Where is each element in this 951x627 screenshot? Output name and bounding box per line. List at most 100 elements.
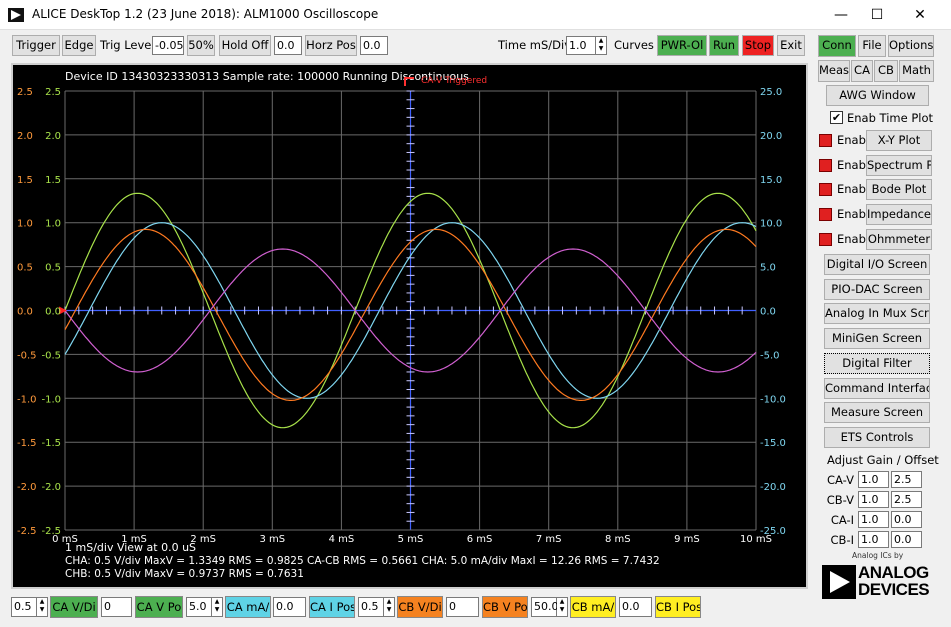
curves-label[interactable]: Curves [614, 35, 654, 56]
time-tick-label: 4 mS [329, 534, 355, 545]
current-tick-label: 15.0 [760, 175, 782, 186]
pio-dac-screen-button[interactable]: PIO-DAC Screen [824, 279, 930, 300]
exit-button[interactable]: Exit [777, 35, 805, 56]
oscilloscope-display[interactable]: 2.5 2.0 1.5 1.0 0.5 0.0 -0.5 -1.0 -1.5 -2.0 -2.5 2.… [11, 63, 808, 589]
current-tick-label: -10.0 [760, 394, 786, 405]
stop-button[interactable]: Stop [742, 35, 774, 56]
hold-off-input[interactable]: 0.0 [274, 36, 302, 55]
minigen-screen-button[interactable]: MiniGen Screen [824, 328, 930, 349]
ca-v-tick-label: -0.5 [41, 350, 61, 361]
close-window-button[interactable]: ✕ [905, 4, 935, 26]
cb-v-tick-label: 2.5 [17, 87, 33, 98]
digital-filter-button[interactable]: Digital Filter [824, 353, 930, 374]
hold-off-button[interactable]: Hold Off [219, 35, 271, 56]
enab-time-plot-checkbox[interactable]: ✔ [830, 111, 843, 124]
spectrum-plot-button[interactable]: Spectrum Plot [866, 155, 932, 176]
tab-cb[interactable]: CB [874, 60, 898, 82]
gain-input-cb-i[interactable]: 1.0 [858, 531, 889, 548]
enab-impedance-label: Enab [837, 207, 866, 221]
fifty-percent-button[interactable]: 50% [187, 35, 215, 56]
run-button[interactable]: Run [709, 35, 739, 56]
ets-controls-button[interactable]: ETS Controls [824, 427, 930, 448]
grid [64, 90, 757, 531]
ca-vpos-button[interactable]: CA V Po [135, 596, 183, 618]
digital-io-screen-button[interactable]: Digital I/O Screen [824, 254, 930, 275]
tab-math[interactable]: Math [899, 60, 934, 82]
enab-xy-checkbox[interactable] [819, 134, 832, 147]
edge-button[interactable]: Edge [62, 35, 96, 56]
cb-v-tick-label: -2.0 [17, 482, 37, 493]
adj-label-ca-v: CA-V [827, 473, 854, 487]
horz-pos-button[interactable]: Horz Pos [305, 35, 357, 56]
bode-plot-button[interactable]: Bode Plot [866, 179, 932, 200]
tab-conn[interactable]: Conn [818, 35, 856, 57]
cb-vpos-input[interactable]: 0 [446, 597, 479, 617]
ca-vpos-input[interactable]: 0 [101, 597, 132, 617]
ohmmeter-button[interactable]: Ohmmeter [866, 229, 932, 250]
offset-input-ca-i[interactable]: 0.0 [891, 511, 922, 528]
horz-pos-input[interactable]: 0.0 [360, 36, 388, 55]
current-tick-label: 25.0 [760, 87, 782, 98]
command-interface-button[interactable]: Command Interface [824, 378, 930, 399]
impedance-button[interactable]: Impedance [866, 204, 932, 225]
time-div-label: Time mS/Div [498, 38, 572, 52]
ca-vdiv-spinner-icon[interactable]: ▲ ▼ [37, 597, 48, 617]
enab-impedance-checkbox[interactable] [819, 208, 832, 221]
cb-ma-div-input[interactable]: 50.0 [531, 597, 559, 617]
ca-v-tick-label: -1.5 [41, 438, 61, 449]
ca-vdiv-button[interactable]: CA V/Di [50, 596, 98, 618]
cb-vdiv-spinner-icon[interactable]: ▲ ▼ [384, 597, 395, 617]
gain-input-ca-i[interactable]: 1.0 [858, 511, 889, 528]
tab-options[interactable]: Options [888, 35, 934, 57]
ca-ma-div-input[interactable]: 5.0 [186, 597, 212, 617]
ca-v-tick-label: 0.0 [45, 307, 61, 318]
enab-bode-checkbox[interactable] [819, 183, 832, 196]
ca-ipos-input[interactable]: 0.0 [273, 597, 306, 617]
ca-v-tick-label: -1.0 [41, 394, 61, 405]
analog-in-mux-screen-button[interactable]: Analog In Mux Screen [824, 303, 930, 324]
offset-input-ca-v[interactable]: 2.5 [891, 471, 922, 488]
adjust-gain-offset-title: Adjust Gain / Offset [827, 453, 939, 467]
time-readout: 1 mS/div View at 0.0 uS [65, 541, 196, 554]
cb-vpos-button[interactable]: CB V Po [482, 596, 528, 618]
tab-ca[interactable]: CA [851, 60, 873, 82]
offset-input-cb-v[interactable]: 2.5 [891, 491, 922, 508]
cb-v-tick-label: 2.0 [17, 131, 33, 142]
axis-labels: 2.5 2.0 1.5 1.0 0.5 0.0 -0.5 -1.0 -1.5 -2.0 -2.5 2.… [17, 87, 786, 545]
cb-ma-div-button[interactable]: CB mA/ [570, 596, 616, 618]
enab-ohmmeter-checkbox[interactable] [819, 233, 832, 246]
maximize-button[interactable]: ☐ [862, 4, 892, 26]
ca-vdiv-input[interactable]: 0.5 [11, 597, 37, 617]
trig-level-input[interactable]: -0.05 [152, 36, 184, 55]
enab-spectrum-checkbox[interactable] [819, 159, 832, 172]
trigger-button[interactable]: Trigger [12, 35, 60, 56]
gain-input-cb-v[interactable]: 1.0 [858, 491, 889, 508]
time-div-spinner-icon[interactable]: ▲ ▼ [596, 36, 607, 55]
measure-screen-button[interactable]: Measure Screen [824, 402, 930, 423]
minimize-button[interactable]: — [826, 4, 856, 26]
ca-ma-div-button[interactable]: CA mA/ [225, 596, 271, 618]
title-bar: ALICE DeskTop 1.2 (23 June 2018): ALM100… [0, 0, 951, 30]
time-tick-label: 5 mS [398, 534, 424, 545]
chb-measurements: CHB: 0.5 V/div MaxV = 0.9737 RMS = 0.763… [65, 568, 304, 580]
cb-ma-spinner-icon[interactable]: ▲ ▼ [557, 597, 568, 617]
tab-meas[interactable]: Meas [818, 60, 850, 82]
cb-vdiv-button[interactable]: CB V/Di [397, 596, 443, 618]
tab-file[interactable]: File [858, 35, 886, 57]
ca-ma-spinner-icon[interactable]: ▲ ▼ [212, 597, 223, 617]
cb-v-tick-label: 1.0 [17, 219, 33, 230]
cb-ipos-input[interactable]: 0.0 [619, 597, 652, 617]
cb-v-tick-label: -1.0 [17, 394, 37, 405]
cb-vdiv-input[interactable]: 0.5 [358, 597, 384, 617]
offset-input-cb-i[interactable]: 0.0 [891, 531, 922, 548]
pwr-on-button[interactable]: PWR-Ol [657, 35, 707, 56]
enab-spectrum-label: Enab [837, 158, 866, 172]
xy-plot-button[interactable]: X-Y Plot [866, 130, 932, 151]
time-div-input[interactable]: 1.0 [566, 36, 596, 55]
analog-devices-logo: ANALOG DEVICES [820, 562, 940, 602]
ca-ipos-button[interactable]: CA I Pos [309, 596, 355, 618]
cb-ipos-button[interactable]: CB I Pos [655, 596, 701, 618]
gain-input-ca-v[interactable]: 1.0 [858, 471, 889, 488]
current-tick-label: 10.0 [760, 219, 782, 230]
awg-window-button[interactable]: AWG Window [826, 85, 929, 106]
